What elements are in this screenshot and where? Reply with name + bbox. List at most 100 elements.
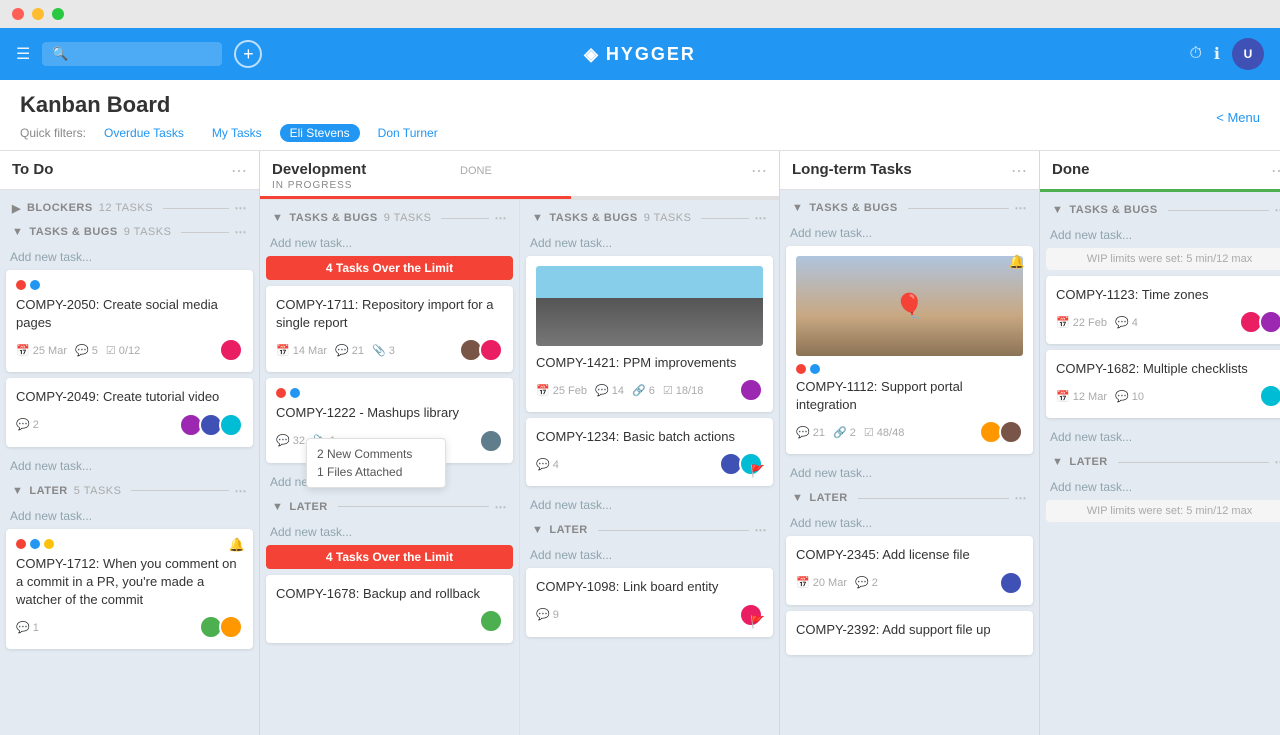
card-compy-1678[interactable]: COMPY-1678: Backup and rollback	[266, 575, 513, 643]
dev-done-col: ▼ TASKS & BUGS 9 tasks ⋯ Add new task...…	[520, 200, 779, 735]
app-logo: ◈ HYGGER	[584, 44, 696, 65]
group-line-later-todo	[131, 490, 228, 491]
group-later-todo[interactable]: ▼ LATER 5 tasks ⋯	[6, 479, 253, 503]
filter-don[interactable]: Don Turner	[368, 124, 448, 142]
search-bar[interactable]: 🔍	[42, 42, 222, 66]
add-task-done-col-bottom[interactable]: Add new task...	[1046, 424, 1280, 450]
column-menu-icon-longterm[interactable]: ⋯	[1011, 161, 1027, 181]
add-task-later-lt-top[interactable]: Add new task...	[786, 510, 1033, 536]
add-task-dev-top[interactable]: Add new task...	[266, 230, 513, 256]
info-icon[interactable]: ℹ	[1214, 44, 1220, 64]
card-compy-1112[interactable]: 🎈 🔔 COMPY-1112: Support portal integrati…	[786, 246, 1033, 454]
avatar-1123-2	[1259, 310, 1280, 334]
group-tri-done: ▼	[532, 212, 543, 224]
card-compy-1222[interactable]: COMPY-1222 - Mashups library 💬 32 📎 1 2 …	[266, 378, 513, 462]
column-body-done: ▼ TASKS & BUGS ⋯ Add new task... WIP lim…	[1040, 192, 1280, 735]
expand-icon-blockers: ⋯	[235, 201, 248, 215]
column-title-todo: To Do	[12, 161, 53, 178]
avatar-1682-1	[1259, 384, 1280, 408]
add-task-todo-bottom[interactable]: Add new task...	[6, 453, 253, 479]
menu-link[interactable]: < Menu	[1216, 110, 1260, 125]
group-tasks-done[interactable]: ▼ TASKS & BUGS 9 tasks ⋯	[526, 206, 773, 230]
add-task-later-dev-top[interactable]: Add new task...	[266, 519, 513, 545]
card-image-1421	[536, 266, 763, 346]
column-menu-icon-done[interactable]: ⋯	[1271, 161, 1280, 181]
group-later-longterm[interactable]: ▼ LATER ⋯	[786, 486, 1033, 510]
group-label-dev: TASKS & BUGS	[289, 212, 377, 224]
card-meta-2049: 💬 2	[16, 413, 243, 437]
card-compy-2392[interactable]: COMPY-2392: Add support file up	[786, 611, 1033, 655]
card-title-2392: COMPY-2392: Add support file up	[796, 621, 1023, 639]
card-compy-1098[interactable]: COMPY-1098: Link board entity 🚩 💬 9	[526, 568, 773, 636]
add-task-done-col-top[interactable]: Add new task...	[1046, 222, 1280, 248]
column-menu-icon-todo[interactable]: ⋯	[231, 161, 247, 181]
card-title-1678: COMPY-1678: Backup and rollback	[276, 585, 503, 603]
tooltip-1222: 2 New Comments 1 Files Attached	[306, 438, 446, 488]
group-later-done[interactable]: ▼ LATER ⋯	[526, 518, 773, 542]
card-compy-1234[interactable]: COMPY-1234: Basic batch actions 🚩 💬 4	[526, 418, 773, 486]
card-compy-1712[interactable]: 🔔 COMPY-1712: When you comment on a comm…	[6, 529, 253, 650]
group-later-done-col[interactable]: ▼ LATER ⋯	[1046, 450, 1280, 474]
card-title-2050: COMPY-2050: Create social media pages	[16, 296, 243, 332]
dot-red-1222	[276, 388, 286, 398]
group-label-later-done-col: LATER	[1069, 456, 1107, 468]
comments-1682: 💬 10	[1115, 390, 1144, 403]
wip-notice-done: WIP limits were set: 5 min/12 max	[1046, 248, 1280, 270]
add-task-done-top[interactable]: Add new task...	[526, 230, 773, 256]
dot-red-1712	[16, 539, 26, 549]
history-icon[interactable]: ⏱	[1189, 45, 1201, 63]
add-task-later-done-top[interactable]: Add new task...	[526, 542, 773, 568]
hamburger-icon[interactable]: ☰	[16, 44, 30, 64]
add-task-lt-top[interactable]: Add new task...	[786, 220, 1033, 246]
group-label-later-lt: LATER	[809, 492, 847, 504]
card-compy-2049[interactable]: COMPY-2049: Create tutorial video 💬 2	[6, 378, 253, 446]
group-blockers[interactable]: ▶ BLOCKERS 12 tasks ⋯	[6, 196, 253, 220]
card-compy-1123[interactable]: COMPY-1123: Time zones 📅 22 Feb 💬 4	[1046, 276, 1280, 344]
close-button[interactable]	[12, 8, 24, 20]
group-tasks-bugs-todo[interactable]: ▼ TASKS & BUGS 9 tasks ⋯	[6, 220, 253, 244]
group-tri-later-dev: ▼	[272, 501, 283, 513]
column-menu-icon-dev[interactable]: ⋯	[751, 161, 767, 181]
add-task-todo-top[interactable]: Add new task...	[6, 244, 253, 270]
group-tasks-dev[interactable]: ▼ TASKS & BUGS 9 tasks ⋯	[266, 206, 513, 230]
dot-red-1112	[796, 364, 806, 374]
group-label-tasks: TASKS & BUGS	[29, 226, 117, 238]
add-task-later-done-col[interactable]: Add new task...	[1046, 474, 1280, 500]
user-avatar[interactable]: U	[1232, 38, 1264, 70]
expand-icon-later-done-col: ⋯	[1275, 455, 1280, 469]
group-tri-later-done: ▼	[532, 524, 543, 536]
card-meta-1421: 📅 25 Feb 💬 14 🔗 6 ☑ 18/18	[536, 378, 763, 402]
add-task-lt-bottom[interactable]: Add new task...	[786, 460, 1033, 486]
filter-eli[interactable]: Eli Stevens	[280, 124, 360, 142]
filter-overdue[interactable]: Overdue Tasks	[94, 124, 194, 142]
column-development: Development IN PROGRESS DONE ⋯ ▼ TASKS &…	[260, 151, 780, 735]
card-compy-1421[interactable]: COMPY-1421: PPM improvements 📅 25 Feb 💬 …	[526, 256, 773, 412]
card-meta-1234: 💬 4	[536, 452, 763, 476]
expand-icon-dev: ⋯	[495, 211, 508, 225]
search-icon: 🔍	[52, 46, 68, 62]
group-line-done-col	[1168, 210, 1269, 211]
card-compy-1711[interactable]: COMPY-1711: Repository import for a sing…	[266, 286, 513, 372]
group-label-blockers: BLOCKERS	[27, 202, 93, 214]
group-tasks-done-col[interactable]: ▼ TASKS & BUGS ⋯	[1046, 198, 1280, 222]
tooltip-comments: 2 New Comments	[317, 445, 435, 463]
card-compy-2050[interactable]: COMPY-2050: Create social media pages 📅 …	[6, 270, 253, 372]
add-button[interactable]: +	[234, 40, 262, 68]
group-later-dev[interactable]: ▼ LATER ⋯	[266, 495, 513, 519]
app-header: ☰ 🔍 + ◈ HYGGER ⏱ ℹ U	[0, 28, 1280, 80]
card-compy-1682[interactable]: COMPY-1682: Multiple checklists 📅 12 Mar…	[1046, 350, 1280, 418]
group-tasks-longterm[interactable]: ▼ TASKS & BUGS ⋯	[786, 196, 1033, 220]
expand-icon-lt: ⋯	[1015, 201, 1028, 215]
maximize-button[interactable]	[52, 8, 64, 20]
avatar-1711-2	[479, 338, 503, 362]
card-compy-2345[interactable]: COMPY-2345: Add license file 📅 20 Mar 💬 …	[786, 536, 1033, 604]
comments-2050: 💬 5	[75, 344, 98, 357]
card-title-1098: COMPY-1098: Link board entity	[536, 578, 763, 596]
filter-mytasks[interactable]: My Tasks	[202, 124, 272, 142]
group-line-later-dev	[338, 506, 489, 507]
minimize-button[interactable]	[32, 8, 44, 20]
dev-inprogress-col: ▼ TASKS & BUGS 9 tasks ⋯ Add new task...…	[260, 200, 520, 735]
add-task-done-bottom[interactable]: Add new task...	[526, 492, 773, 518]
add-task-later-top[interactable]: Add new task...	[6, 503, 253, 529]
comments-1234: 💬 4	[536, 458, 559, 471]
